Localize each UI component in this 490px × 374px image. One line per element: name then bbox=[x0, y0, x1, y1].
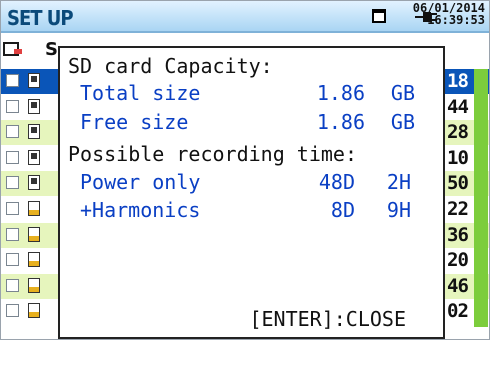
row-number: 36 bbox=[447, 223, 469, 246]
free-size-unit: GB bbox=[390, 110, 415, 134]
scrollbar[interactable] bbox=[474, 69, 488, 327]
data-file-icon bbox=[28, 201, 40, 216]
row-checkbox[interactable] bbox=[6, 99, 19, 113]
row-number: 20 bbox=[447, 249, 469, 272]
time-text: 16:39:53 bbox=[427, 13, 485, 27]
row-checkbox[interactable] bbox=[6, 74, 19, 87]
data-file-icon bbox=[28, 303, 40, 319]
screen: SET UP 06/01/2014 16:39:53 S 18 44 28 10 50 2… bbox=[0, 0, 490, 340]
total-size-unit: GB bbox=[390, 81, 415, 105]
row-number: 50 bbox=[447, 172, 469, 195]
power-only-label: Power only bbox=[80, 170, 201, 194]
sd-card-icon bbox=[372, 9, 386, 23]
row-number: 02 bbox=[447, 300, 469, 323]
row-number: 22 bbox=[447, 198, 469, 220]
row-checkbox[interactable] bbox=[6, 227, 19, 241]
free-size-label: Free size bbox=[80, 110, 189, 134]
dialog-title: SD card Capacity: bbox=[68, 54, 273, 78]
power-only-hours: 2H bbox=[386, 170, 411, 194]
harmonics-row: +Harmonics 8D 9H bbox=[60, 198, 443, 224]
title-bar: SET UP 06/01/2014 16:39:53 bbox=[1, 1, 489, 33]
harmonics-hours: 9H bbox=[386, 198, 411, 222]
total-size-row: Total size 1.86 GB bbox=[60, 81, 443, 107]
screen-title: SET UP bbox=[7, 6, 74, 30]
row-checkbox[interactable] bbox=[6, 304, 19, 318]
recording-time-title: Possible recording time: bbox=[68, 142, 357, 166]
row-checkbox[interactable] bbox=[6, 125, 19, 139]
settings-file-icon bbox=[28, 73, 40, 88]
folder-icon bbox=[3, 42, 22, 56]
settings-file-icon bbox=[28, 124, 40, 140]
row-number: 10 bbox=[447, 146, 469, 169]
datetime-display: 06/01/2014 16:39:53 bbox=[413, 2, 485, 26]
row-checkbox[interactable] bbox=[6, 176, 19, 190]
data-file-icon bbox=[28, 277, 40, 293]
power-only-days: 48D bbox=[318, 170, 355, 194]
harmonics-label: +Harmonics bbox=[80, 198, 201, 222]
row-checkbox[interactable] bbox=[6, 150, 19, 164]
row-number: 46 bbox=[447, 274, 469, 297]
harmonics-days: 8D bbox=[330, 198, 355, 222]
row-number: 44 bbox=[447, 95, 469, 118]
data-file-icon bbox=[28, 226, 40, 242]
settings-file-icon bbox=[28, 149, 40, 165]
settings-file-icon bbox=[28, 98, 40, 114]
total-size-value: 1.86 bbox=[316, 81, 365, 105]
row-number: 18 bbox=[447, 70, 469, 92]
free-size-value: 1.86 bbox=[316, 110, 365, 134]
settings-file-icon bbox=[28, 175, 40, 191]
power-only-row: Power only 48D 2H bbox=[60, 170, 443, 196]
row-checkbox[interactable] bbox=[6, 253, 19, 267]
data-file-icon bbox=[28, 252, 40, 268]
free-size-row: Free size 1.86 GB bbox=[60, 110, 443, 136]
row-checkbox[interactable] bbox=[6, 278, 19, 292]
row-checkbox[interactable] bbox=[6, 202, 19, 215]
close-hint[interactable]: [ENTER]:CLOSE bbox=[249, 307, 406, 331]
file-list-header-label: S bbox=[45, 39, 58, 60]
sd-capacity-dialog: SD card Capacity: Total size 1.86 GB Fre… bbox=[58, 46, 445, 339]
row-number: 28 bbox=[447, 121, 469, 144]
total-size-label: Total size bbox=[80, 81, 201, 105]
